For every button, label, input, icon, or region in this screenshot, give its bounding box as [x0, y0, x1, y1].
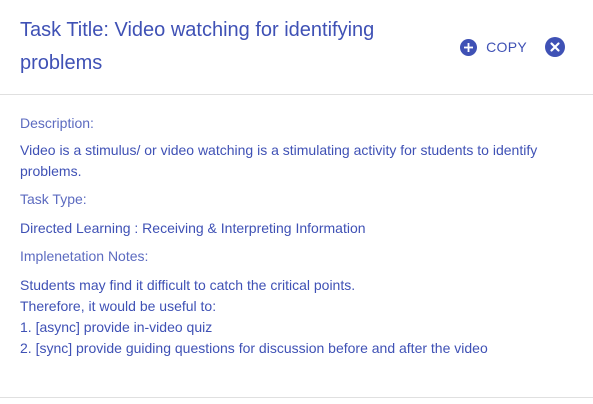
close-circle-icon	[545, 37, 565, 57]
task-title: Task Title: Video watching for identifyi…	[20, 19, 375, 74]
copy-button[interactable]: COPY	[460, 38, 527, 56]
notes-line: 2. [sync] provide guiding questions for …	[20, 340, 488, 356]
task-details: Description: Video is a stimulus/ or vid…	[20, 114, 580, 359]
description-text: Video is a stimulus/ or video watching i…	[20, 142, 538, 179]
divider	[0, 397, 593, 398]
dialog-header: Task Title: Video watching for identifyi…	[0, 0, 593, 95]
header-actions: COPY	[460, 36, 565, 58]
close-button[interactable]	[545, 37, 565, 57]
notes-label: Implenetation Notes:	[20, 248, 149, 264]
notes-line: Therefore, it would be useful to:	[20, 298, 217, 314]
notes-text: Students may find it difficult to catch …	[20, 275, 580, 359]
description-label: Description:	[20, 115, 94, 131]
copy-label: COPY	[486, 39, 527, 55]
notes-line: 1. [async] provide in-video quiz	[20, 319, 213, 335]
task-type-label: Task Type:	[20, 191, 87, 207]
notes-line: Students may find it difficult to catch …	[20, 277, 356, 293]
task-type-value: Directed Learning : Receiving & Interpre…	[20, 220, 366, 236]
plus-circle-icon	[460, 38, 478, 56]
